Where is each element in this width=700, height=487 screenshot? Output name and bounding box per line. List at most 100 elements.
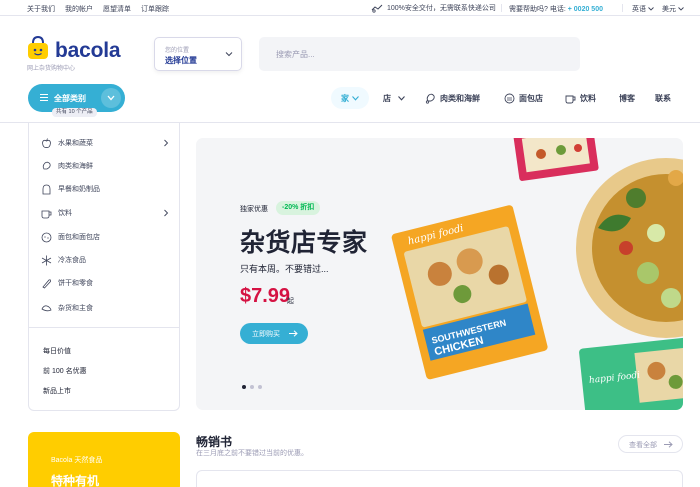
- logo[interactable]: bacola 网上杂货购物中心: [27, 36, 127, 72]
- arrow-right-icon: [289, 330, 298, 337]
- slider-dots: [242, 385, 262, 389]
- top-link-wishlist[interactable]: 愿望清单: [103, 4, 131, 14]
- help-label: 需要帮助吗? 电话:: [509, 6, 566, 13]
- chevron-down-icon: [225, 52, 233, 57]
- help-phone: 需要帮助吗? 电话: + 0020 500: [509, 4, 603, 14]
- category-sidebar: 水果和蔬菜 肉类和海鲜 早餐和奶制品 饮料 面包和面包店 冷冻食品 饼干和零食 …: [28, 122, 180, 411]
- hero-price: $7.99: [240, 285, 291, 307]
- chevron-down-icon: [678, 7, 684, 11]
- divider: [501, 4, 502, 12]
- category-item-beverages[interactable]: 饮料: [41, 206, 169, 220]
- hero-product-image: SOUTHWESTERN CHICKEN happi foodi happi f…: [391, 138, 683, 410]
- category-item-breads-bakery[interactable]: 面包和面包店: [41, 230, 169, 244]
- chevron-right-icon: [164, 139, 169, 147]
- price-suffix: 起: [287, 298, 294, 305]
- top-link-about[interactable]: 关于我们: [27, 4, 55, 14]
- view-all-label: 查看全部: [629, 442, 657, 449]
- nav-item-meat-seafood[interactable]: 肉类和海鲜: [425, 87, 480, 109]
- slider-dot[interactable]: [258, 385, 262, 389]
- logo-name: bacola: [55, 39, 121, 62]
- top-link-account[interactable]: 我的帐户: [65, 4, 93, 14]
- category-item-frozen-foods[interactable]: 冷冻食品: [41, 253, 169, 267]
- grocery-icon: [41, 304, 52, 311]
- language-value: 英语: [632, 6, 646, 13]
- slider-dot[interactable]: [250, 385, 254, 389]
- chevron-right-icon: [164, 209, 169, 217]
- delivery-notice: 100%安全交付，无需联系快递公司: [371, 3, 496, 13]
- location-value: 选择位置: [165, 56, 197, 65]
- promo-kicker: Bacola 天然食品: [51, 457, 103, 464]
- shop-now-label: 立即购买: [252, 331, 280, 338]
- hero-banner: SOUTHWESTERN CHICKEN happi foodi happi f…: [196, 138, 683, 410]
- breakfast-icon: [42, 184, 51, 194]
- nav-item-label: 联系: [655, 93, 671, 103]
- category-item-fruits-vegetables[interactable]: 水果和蔬菜: [41, 136, 169, 150]
- currency-select[interactable]: 美元: [662, 4, 684, 14]
- category-item-meat-seafood[interactable]: 肉类和海鲜: [41, 159, 169, 173]
- category-label: 面包和面包店: [58, 234, 100, 241]
- category-label: 水果和蔬菜: [58, 140, 93, 147]
- all-categories-label: 全部类别: [54, 94, 86, 103]
- delivery-icon: [371, 4, 383, 13]
- shop-now-button[interactable]: 立即购买: [240, 323, 308, 344]
- phone-number[interactable]: + 0020 500: [568, 6, 603, 13]
- category-item-grocery-staples[interactable]: 杂货和主食: [41, 301, 169, 315]
- bestsellers-subtitle: 在三月底之前不要错过当前的优惠。: [196, 450, 308, 457]
- logo-tagline: 网上杂货购物中心: [27, 66, 76, 72]
- discount-badge: -20% 折扣: [276, 201, 321, 215]
- promo-banner[interactable]: Bacola 天然食品 特种有机: [28, 432, 180, 487]
- chevron-down-icon: [107, 95, 115, 101]
- currency-value: 美元: [662, 6, 676, 13]
- nav-item-label: 店: [383, 93, 391, 103]
- nav-item-contact[interactable]: 联系: [655, 87, 671, 109]
- nav-item-blog[interactable]: 博客: [619, 87, 635, 109]
- promo-title: 特种有机: [51, 474, 100, 487]
- sidebar-link-top-deals[interactable]: 前 100 名优惠: [43, 366, 87, 376]
- chevron-down-icon: [398, 95, 405, 101]
- search-input[interactable]: 搜索产品...: [259, 37, 580, 71]
- location-selector[interactable]: 您的位置 选择位置: [154, 37, 242, 71]
- nav-item-label: 肉类和海鲜: [440, 93, 480, 103]
- view-all-button[interactable]: 查看全部: [618, 435, 683, 453]
- sidebar-divider: [29, 327, 179, 328]
- top-link-order-tracking[interactable]: 订单跟踪: [141, 4, 169, 14]
- basket-logo-icon: [28, 36, 48, 59]
- category-label: 肉类和海鲜: [58, 163, 93, 170]
- nav-item-label: 饮料: [580, 93, 596, 103]
- nav-item-label: 家: [341, 93, 349, 103]
- meat-icon: [425, 93, 435, 104]
- category-item-biscuits-snacks[interactable]: 饼干和零食: [41, 276, 169, 290]
- nav-item-shop[interactable]: 店: [383, 87, 405, 109]
- top-links: 关于我们 我的帐户 愿望清单 订单跟踪: [27, 4, 169, 14]
- cup-icon: [41, 210, 52, 218]
- slider-dot[interactable]: [242, 385, 246, 389]
- category-label: 饼干和零食: [58, 280, 93, 287]
- chevron-down-icon: [352, 95, 359, 101]
- delivery-notice-text: 100%安全交付，无需联系快递公司: [387, 5, 496, 12]
- top-bar: 关于我们 我的帐户 愿望清单 订单跟踪 100%安全交付，无需联系快递公司 需要…: [0, 0, 700, 16]
- product-cards-row: [196, 470, 683, 487]
- nav-item-bakery[interactable]: 面包店: [504, 87, 543, 109]
- cup-icon: [565, 95, 576, 103]
- product-count-badge: 共有 10 个产品: [52, 108, 97, 117]
- category-label: 早餐和奶制品: [58, 186, 100, 193]
- location-label: 您的位置: [165, 48, 190, 54]
- bakery-icon: [504, 93, 515, 103]
- nav-item-label: 面包店: [519, 93, 543, 103]
- search-placeholder: 搜索产品...: [276, 50, 315, 59]
- hero-title: 杂货店专家: [240, 229, 368, 257]
- nav-item-label: 博客: [619, 93, 635, 103]
- hero-kicker: 独家优惠: [240, 206, 268, 213]
- sidebar-link-daily-value[interactable]: 每日价值: [43, 346, 71, 356]
- nav-item-home[interactable]: 家: [331, 87, 369, 109]
- chevron-circle: [101, 88, 121, 108]
- meat-icon: [42, 161, 51, 169]
- category-label: 冷冻食品: [58, 257, 86, 264]
- snowflake-icon: [41, 255, 52, 265]
- category-item-breakfast-dairy[interactable]: 早餐和奶制品: [41, 182, 169, 196]
- chevron-down-icon: [648, 7, 654, 11]
- sidebar-link-new-arrivals[interactable]: 新品上市: [43, 386, 71, 396]
- nav-item-drinks[interactable]: 饮料: [565, 87, 596, 109]
- language-select[interactable]: 英语: [632, 4, 654, 14]
- category-label: 杂货和主食: [58, 305, 93, 312]
